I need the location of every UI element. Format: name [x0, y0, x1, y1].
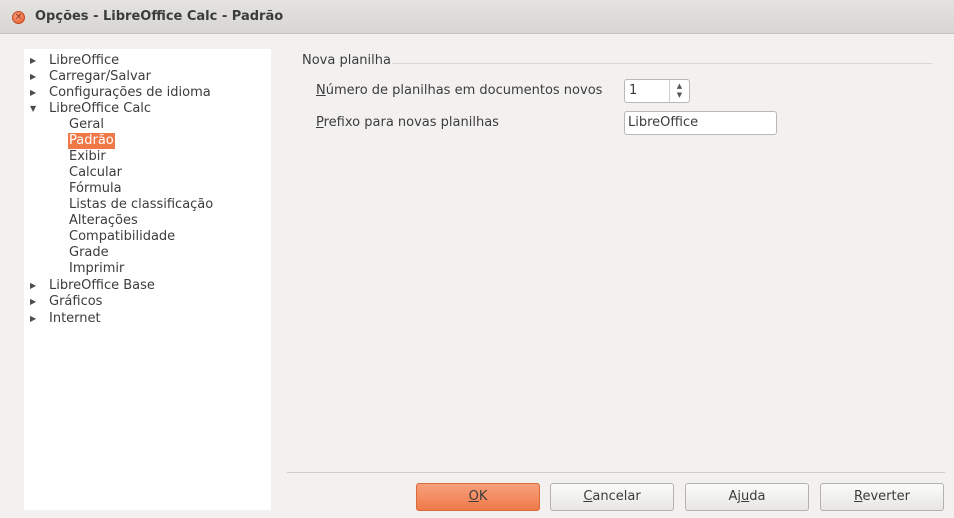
expand-arrow-icon[interactable]: ▶ [30, 294, 40, 310]
tree-item-label: Exibir [69, 149, 106, 164]
mnemonic: N [316, 83, 326, 98]
cancel-button[interactable]: Cancelar [550, 483, 674, 511]
label-text: úmero de planilhas em documentos novos [325, 83, 603, 98]
tree-item-label: Compatibilidade [69, 229, 176, 244]
tree-item-label: Configurações de idioma [49, 85, 211, 100]
button-label: everter [862, 489, 910, 504]
mnemonic: O [468, 489, 479, 504]
button-label: Aj [728, 489, 742, 504]
stepper-arrows[interactable]: ▲ ▼ [669, 80, 689, 102]
close-icon[interactable]: × [12, 11, 25, 24]
sheets-count-label: Número de planilhas em documentos novos [316, 83, 602, 98]
sheets-count-stepper[interactable]: 1 ▲ ▼ [624, 79, 690, 103]
expand-arrow-icon[interactable]: ▶ [30, 69, 40, 85]
tree-item-label: Listas de classificação [69, 197, 214, 212]
ok-button[interactable]: OK [416, 483, 540, 511]
tree-item-label: Calcular [69, 165, 122, 180]
button-label: da [749, 489, 766, 504]
sheets-count-value[interactable]: 1 [629, 83, 637, 98]
tree-item-label: LibreOffice Calc [49, 101, 152, 116]
tree-item-label: Imprimir [69, 261, 125, 276]
expand-arrow-icon[interactable]: ▶ [30, 85, 40, 101]
button-label: ancelar [592, 489, 641, 504]
tree-item-label: Gráficos [49, 294, 103, 309]
options-tree[interactable]: ▶ LibreOffice ▶ Carregar/Salvar ▶ Config… [24, 49, 271, 510]
expand-arrow-icon[interactable]: ▶ [30, 53, 40, 69]
button-label: K [478, 489, 488, 504]
tree-item-label: Internet [49, 311, 101, 326]
help-button[interactable]: Ajuda [685, 483, 809, 511]
prefix-value[interactable]: LibreOffice [628, 115, 698, 130]
tree-item-label: Grade [69, 245, 109, 260]
expand-arrow-icon[interactable]: ▶ [30, 311, 40, 327]
tree-item-label: Padrão [68, 133, 115, 149]
expand-arrow-icon[interactable]: ▶ [30, 278, 40, 294]
title-bar: × Opções - LibreOffice Calc - Padrão [0, 0, 954, 34]
prefix-input[interactable]: LibreOffice [624, 111, 777, 135]
label-text: refixo para novas planilhas [323, 115, 499, 130]
window-title: Opções - LibreOffice Calc - Padrão [35, 9, 284, 24]
collapse-arrow-icon[interactable]: ▼ [30, 101, 40, 117]
stepper-up-icon[interactable]: ▲ [670, 82, 689, 91]
button-bar-divider [287, 472, 945, 473]
tree-item-label: Fórmula [69, 181, 122, 196]
prefix-label: Prefixo para novas planilhas [316, 115, 499, 130]
tree-item-label: Alterações [69, 213, 138, 228]
tree-item-label: LibreOffice Base [49, 278, 155, 293]
tree-item-label: Carregar/Salvar [49, 69, 151, 84]
stepper-down-icon[interactable]: ▼ [670, 91, 689, 100]
tree-item-label: LibreOffice [49, 53, 120, 68]
section-title: Nova planilha [302, 53, 391, 68]
section-divider [392, 63, 932, 64]
mnemonic: P [316, 115, 324, 130]
tree-item-label: Geral [69, 117, 104, 132]
revert-button[interactable]: Reverter [820, 483, 944, 511]
